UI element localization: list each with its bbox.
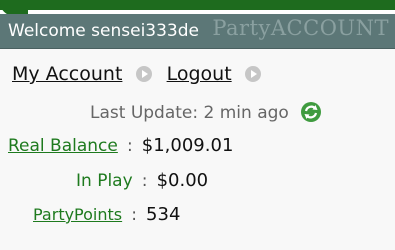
last-update-text: Last Update: 2 min ago [90, 103, 289, 123]
my-account-link[interactable]: My Account [12, 63, 122, 85]
logout-link[interactable]: Logout [167, 63, 232, 85]
welcome-text: Welcome sensei333de [8, 21, 199, 41]
party-points-row: PartyPoints : 534 [33, 204, 180, 225]
party-points-link[interactable]: PartyPoints [33, 205, 122, 224]
real-balance-value: $1,009.01 [141, 135, 234, 156]
party-points-value: 534 [146, 204, 181, 225]
real-balance-link[interactable]: Real Balance [8, 136, 118, 156]
separator: : [131, 205, 137, 225]
in-play-row: In Play : $0.00 [76, 170, 208, 191]
account-watermark: PartyACCOUNT [212, 16, 389, 40]
in-play-value: $0.00 [156, 170, 209, 191]
refresh-icon[interactable] [300, 101, 322, 123]
account-header: Welcome sensei333de PartyACCOUNT [0, 14, 395, 49]
arrow-right-circle-icon[interactable] [244, 66, 261, 82]
real-balance-row: Real Balance : $1,009.01 [8, 135, 233, 156]
top-strip [0, 0, 395, 10]
separator: : [141, 171, 148, 191]
in-play-label: In Play [76, 171, 133, 191]
last-update-row: Last Update: 2 min ago [90, 101, 322, 123]
separator: : [126, 136, 133, 156]
account-links-row: My Account Logout [12, 63, 261, 85]
account-panel: My Account Logout Last Update: 2 min ago… [0, 49, 395, 250]
arrow-right-circle-icon[interactable] [135, 66, 152, 82]
